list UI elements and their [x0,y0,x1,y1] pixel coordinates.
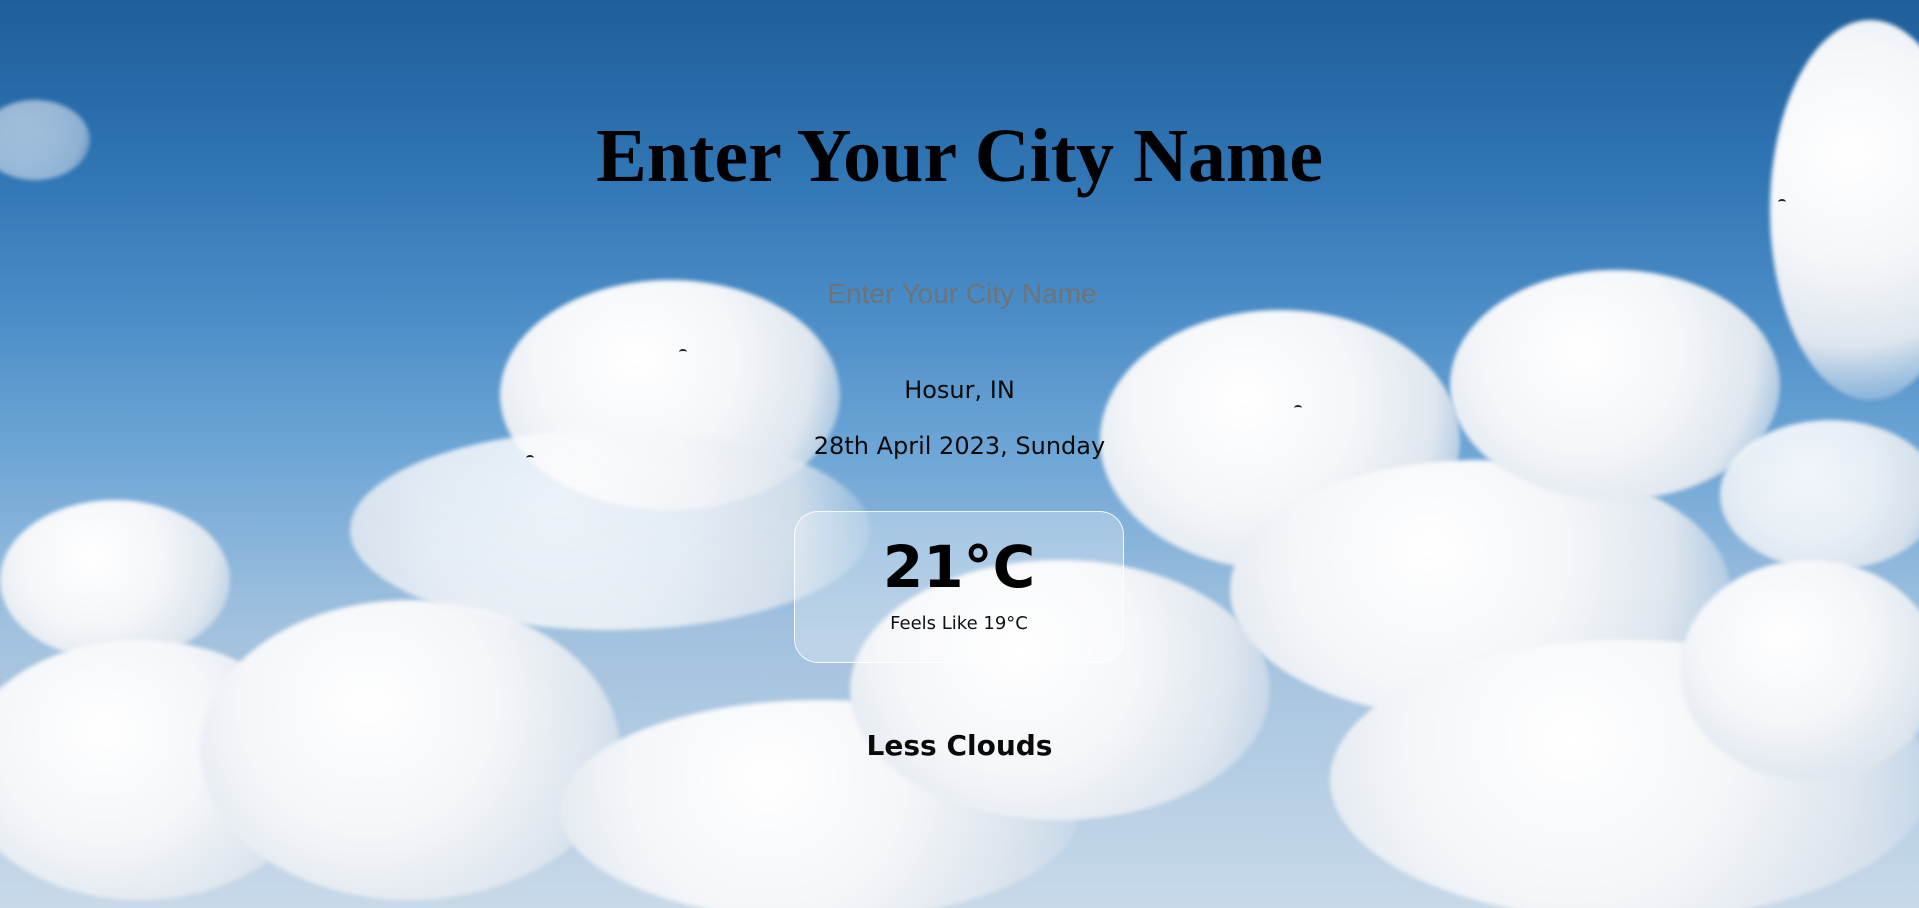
weather-condition: Less Clouds [866,729,1053,762]
date-label: 28th April 2023, Sunday [813,432,1106,460]
location-label: Hosur, IN [904,376,1015,404]
city-search-input[interactable] [759,268,1165,320]
temperature-card: 21°C Feels Like 19°C [794,511,1124,663]
page-title: Enter Your City Name [596,114,1323,198]
feels-like-label: Feels Like 19°C [890,613,1028,634]
weather-app: Enter Your City Name Hosur, IN 28th Apri… [0,0,1919,908]
temperature-value: 21°C [882,533,1036,601]
